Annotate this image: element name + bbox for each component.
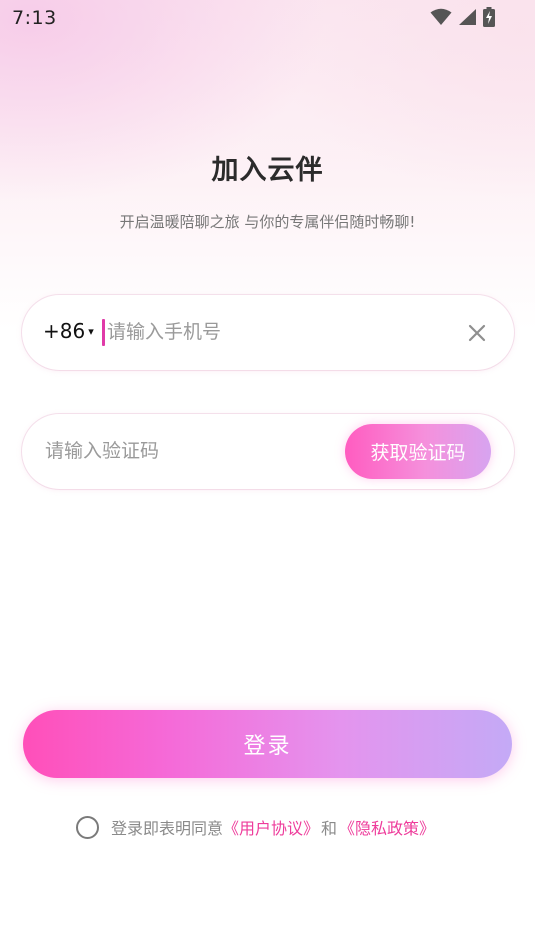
privacy-policy-link[interactable]: 《隐私政策》 xyxy=(339,815,435,839)
country-code-label: +86 xyxy=(43,319,86,343)
page-subtitle: 开启温暖陪聊之旅 与你的专属伴侣随时畅聊! xyxy=(119,213,416,231)
page-title: 加入云伴 xyxy=(211,155,324,186)
user-agreement-link[interactable]: 《用户协议》 xyxy=(223,815,319,839)
status-icons xyxy=(430,7,495,27)
agreement-row: 登录即表明同意 《用户协议》 和 《隐私政策》 xyxy=(76,815,435,839)
agreement-prefix: 登录即表明同意 xyxy=(111,819,224,838)
status-bar: 7:13 xyxy=(0,0,535,36)
status-time: 7:13 xyxy=(12,7,57,29)
text-cursor xyxy=(102,319,105,346)
country-code-selector[interactable]: +86 ▾ xyxy=(43,319,94,343)
phone-field: +86 ▾ xyxy=(22,295,514,370)
phone-input[interactable] xyxy=(107,317,437,347)
login-button[interactable]: 登录 xyxy=(23,710,512,778)
agreement-and: 和 xyxy=(321,819,338,838)
verification-code-field: 获取验证码 xyxy=(22,414,514,489)
caret-down-icon: ▾ xyxy=(88,324,94,338)
login-screen: 7:13 加入云伴 开启温暖陪聊之旅 与你的专属伴侣随时畅聊! +86 ▾ 请输… xyxy=(0,0,535,951)
agree-checkbox[interactable] xyxy=(76,815,99,839)
cellular-signal-icon xyxy=(458,8,477,26)
clear-icon[interactable] xyxy=(465,321,489,345)
battery-charging-icon xyxy=(483,7,495,27)
get-code-button[interactable]: 获取验证码 xyxy=(345,424,491,479)
wifi-icon xyxy=(430,8,452,26)
verification-code-input[interactable] xyxy=(45,436,335,466)
